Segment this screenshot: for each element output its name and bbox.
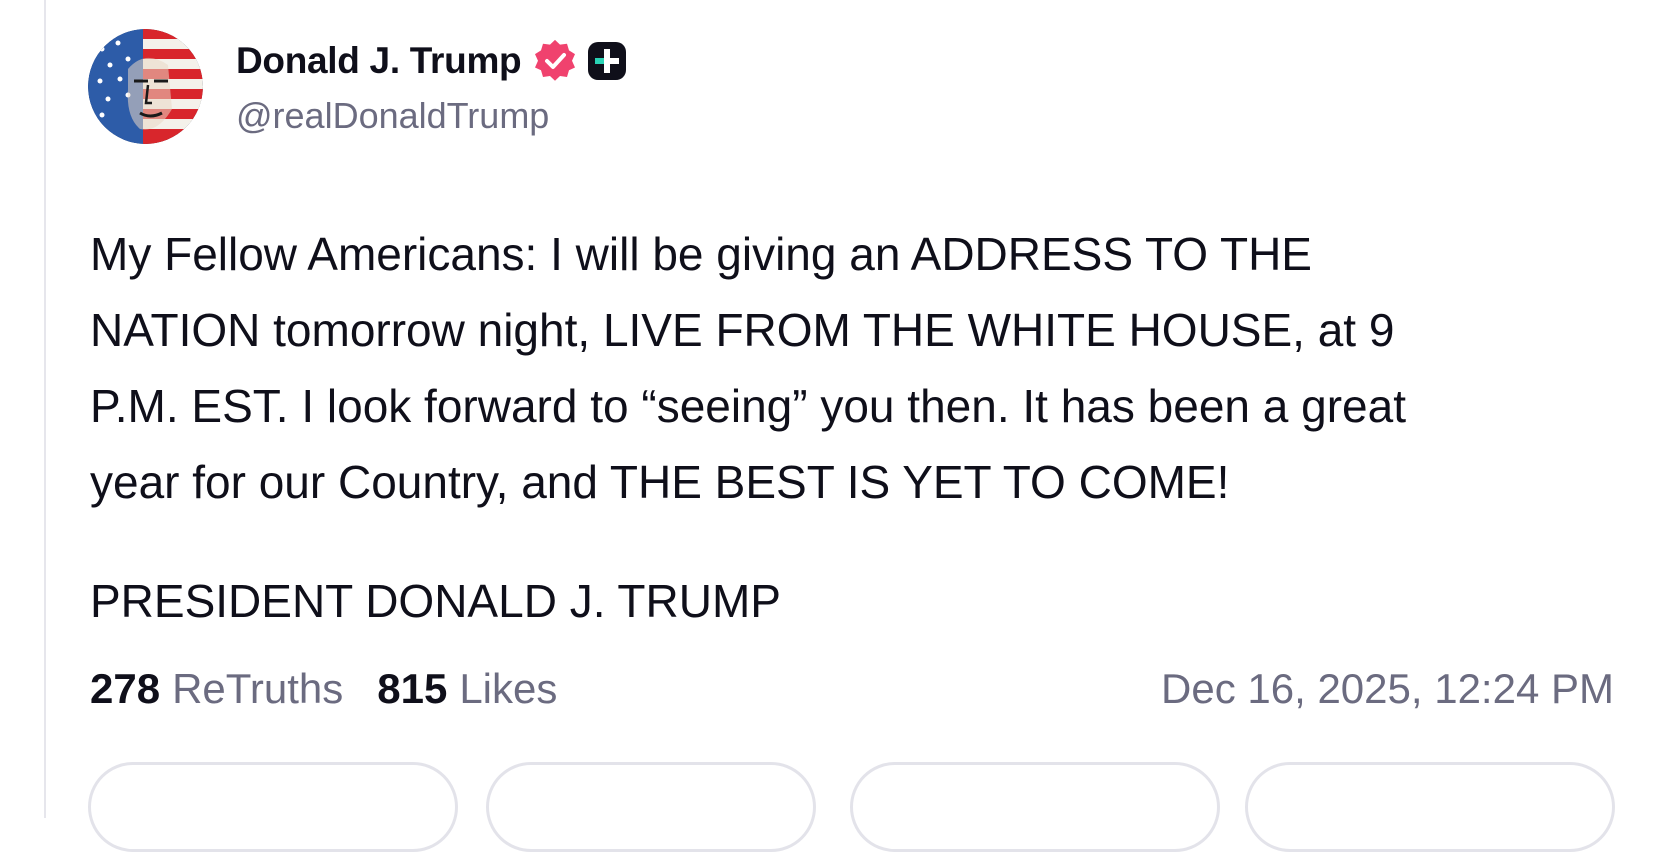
- plus-badge-icon: [588, 42, 627, 80]
- avatar[interactable]: [88, 29, 203, 144]
- reply-button[interactable]: [88, 762, 458, 852]
- retruths-count: 278: [90, 665, 161, 712]
- post-body-line: My Fellow Americans: I will be giving an…: [90, 228, 1312, 280]
- author-name-row: Donald J. Trump: [236, 38, 627, 84]
- retruth-button[interactable]: [486, 762, 816, 852]
- post-body-line: NATION tomorrow night, LIVE FROM THE WHI…: [90, 304, 1395, 356]
- author-handle[interactable]: @realDonaldTrump: [236, 95, 549, 137]
- post-timestamp[interactable]: Dec 16, 2025, 12:24 PM: [1161, 665, 1614, 713]
- likes-stat[interactable]: 815 Likes: [377, 665, 557, 713]
- post-body: My Fellow Americans: I will be giving an…: [90, 216, 1630, 520]
- post-stats: 278 ReTruths 815 Likes: [90, 665, 557, 713]
- author-display-name[interactable]: Donald J. Trump: [236, 40, 522, 82]
- likes-count: 815: [377, 665, 448, 712]
- likes-label: Likes: [459, 665, 558, 712]
- post-signature: PRESIDENT DONALD J. TRUMP: [90, 575, 781, 627]
- share-button[interactable]: [1245, 762, 1615, 852]
- retruths-label: ReTruths: [172, 665, 344, 712]
- post-body-line: year for our Country, and THE BEST IS YE…: [90, 456, 1230, 508]
- retruths-stat[interactable]: 278 ReTruths: [90, 665, 343, 713]
- avatar-image: [88, 29, 203, 144]
- like-button[interactable]: [850, 762, 1220, 852]
- post-body-line: P.M. EST. I look forward to “seeing” you…: [90, 380, 1406, 432]
- verified-badge-icon: [535, 39, 576, 81]
